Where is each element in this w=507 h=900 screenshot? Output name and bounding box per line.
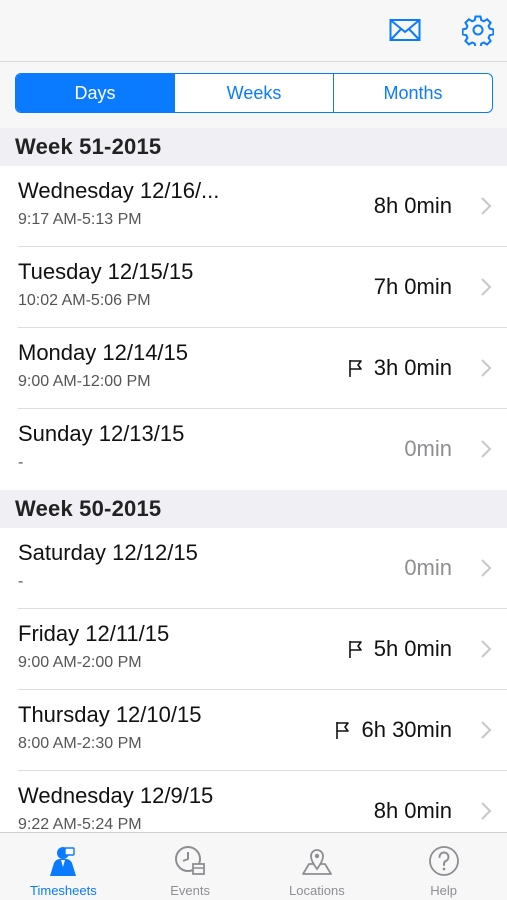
chevron-right-icon <box>481 802 492 820</box>
mail-icon[interactable] <box>387 12 423 48</box>
row-title: Thursday 12/10/15 <box>18 702 202 727</box>
row-duration: 8h 0min <box>373 193 452 218</box>
tab-events[interactable]: Events <box>127 833 254 900</box>
row-right: 0min <box>404 553 452 583</box>
flag-icon <box>335 720 353 740</box>
row-right: 8h 0min <box>374 191 452 221</box>
row-duration: 5h 0min <box>373 636 452 661</box>
row-time-range: - <box>18 454 24 471</box>
chevron-right-icon <box>481 278 492 296</box>
segment-months[interactable]: Months <box>334 74 492 112</box>
row-right: 8h 0min <box>374 796 452 826</box>
row-duration: 7h 0min <box>373 274 452 299</box>
row-time-range: 8:00 AM-2:30 PM <box>18 735 142 752</box>
row-title: Wednesday 12/16/... <box>18 178 220 203</box>
tab-bar: Timesheets Events Locations Help <box>0 832 507 900</box>
row-title: Friday 12/11/15 <box>18 621 170 646</box>
row-right: 3h 0min <box>348 353 452 383</box>
tab-timesheets[interactable]: Timesheets <box>0 833 127 900</box>
navigation-bar <box>0 0 507 62</box>
tab-label: Help <box>430 883 457 898</box>
table-row[interactable]: Wednesday 12/16/... 9:17 AM-5:13 PM 8h 0… <box>0 166 507 247</box>
row-duration: 0min <box>404 436 452 461</box>
chevron-right-icon <box>481 440 492 458</box>
flag-icon <box>348 358 366 378</box>
table-row[interactable]: Monday 12/14/15 9:00 AM-12:00 PM 3h 0min <box>0 328 507 409</box>
gear-icon[interactable] <box>460 12 496 48</box>
tab-label: Timesheets <box>30 883 97 898</box>
segment-days[interactable]: Days <box>16 74 175 112</box>
help-icon <box>426 843 462 879</box>
section-header: Week 50-2015 <box>0 490 507 528</box>
chevron-right-icon <box>481 197 492 215</box>
row-time-range: - <box>18 573 24 590</box>
chevron-right-icon <box>481 640 492 658</box>
tab-help[interactable]: Help <box>380 833 507 900</box>
row-time-range: 9:00 AM-12:00 PM <box>18 373 151 390</box>
chevron-right-icon <box>481 559 492 577</box>
section-header: Week 51-2015 <box>0 128 507 166</box>
row-title: Wednesday 12/9/15 <box>18 783 214 808</box>
row-duration: 8h 0min <box>373 798 452 823</box>
row-title: Saturday 12/12/15 <box>18 540 198 565</box>
row-right: 7h 0min <box>374 272 452 302</box>
row-time-range: 9:17 AM-5:13 PM <box>18 211 142 228</box>
row-time-range: 10:02 AM-5:06 PM <box>18 292 151 309</box>
table-row[interactable]: Thursday 12/10/15 8:00 AM-2:30 PM 6h 30m… <box>0 690 507 771</box>
row-time-range: 9:00 AM-2:00 PM <box>18 654 142 671</box>
table-row[interactable]: Friday 12/11/15 9:00 AM-2:00 PM 5h 0min <box>0 609 507 690</box>
row-title: Sunday 12/13/15 <box>18 421 185 446</box>
period-segmented-control: Days Weeks Months <box>15 73 493 113</box>
row-duration: 6h 30min <box>361 717 452 742</box>
row-time-range: 9:22 AM-5:24 PM <box>18 816 142 832</box>
table-row[interactable]: Wednesday 12/9/15 9:22 AM-5:24 PM 8h 0mi… <box>0 771 507 832</box>
row-right: 0min <box>404 434 452 464</box>
tab-locations[interactable]: Locations <box>254 833 381 900</box>
row-duration: 0min <box>404 555 452 580</box>
chevron-right-icon <box>481 359 492 377</box>
table-row[interactable]: Tuesday 12/15/15 10:02 AM-5:06 PM 7h 0mi… <box>0 247 507 328</box>
row-title: Monday 12/14/15 <box>18 340 189 365</box>
timesheets-person-icon <box>45 843 81 879</box>
segment-weeks[interactable]: Weeks <box>175 74 334 112</box>
table-row[interactable]: Saturday 12/12/15 - 0min <box>0 528 507 609</box>
row-right: 6h 30min <box>335 715 452 745</box>
table-row[interactable]: Sunday 12/13/15 - 0min <box>0 409 507 490</box>
clock-calendar-icon <box>172 843 208 879</box>
map-pin-icon <box>299 843 335 879</box>
row-title: Tuesday 12/15/15 <box>18 259 194 284</box>
timesheet-list[interactable]: Week 51-2015 Wednesday 12/16/... 9:17 AM… <box>0 128 507 832</box>
tab-label: Locations <box>289 883 345 898</box>
chevron-right-icon <box>481 721 492 739</box>
row-right: 5h 0min <box>348 634 452 664</box>
tab-label: Events <box>170 883 210 898</box>
segmented-control-container: Days Weeks Months <box>0 62 507 128</box>
row-duration: 3h 0min <box>373 355 452 380</box>
flag-icon <box>348 639 366 659</box>
